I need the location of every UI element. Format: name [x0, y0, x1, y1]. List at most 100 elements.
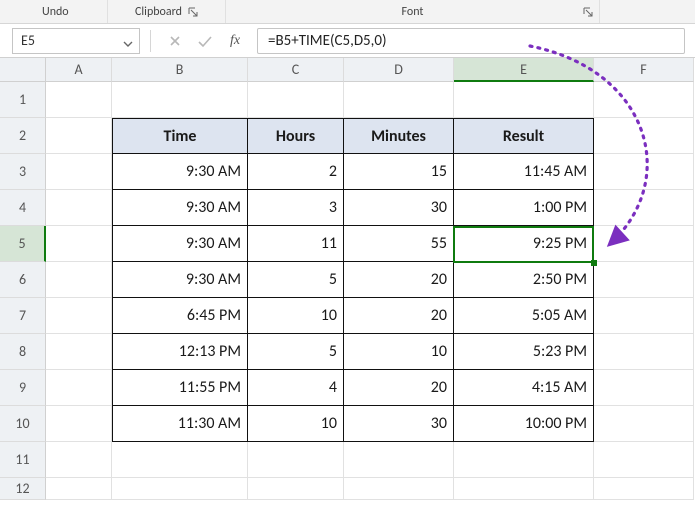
- cell[interactable]: 1:00 PM: [454, 190, 594, 226]
- row-header[interactable]: 11: [0, 442, 46, 478]
- cell[interactable]: [594, 406, 694, 442]
- cell[interactable]: 10: [344, 334, 454, 370]
- cell[interactable]: 4:15 AM: [454, 370, 594, 406]
- row-header[interactable]: 8: [0, 334, 46, 370]
- cancel-formula-button[interactable]: [161, 28, 189, 54]
- cell[interactable]: [594, 82, 694, 118]
- cell[interactable]: [594, 298, 694, 334]
- cell[interactable]: 11:45 AM: [454, 154, 594, 190]
- cell[interactable]: [594, 334, 694, 370]
- cell[interactable]: [46, 478, 112, 500]
- table-header[interactable]: Minutes: [344, 118, 454, 154]
- cell[interactable]: [112, 442, 248, 478]
- cell[interactable]: 20: [344, 370, 454, 406]
- col-header[interactable]: D: [344, 58, 454, 82]
- cell[interactable]: [594, 370, 694, 406]
- cell[interactable]: [46, 190, 112, 226]
- cell[interactable]: 11:55 PM: [112, 370, 248, 406]
- cell[interactable]: 9:30 AM: [112, 262, 248, 298]
- cell[interactable]: [594, 190, 694, 226]
- cell[interactable]: 55: [344, 226, 454, 262]
- row-header[interactable]: 2: [0, 118, 46, 154]
- cell[interactable]: [594, 154, 694, 190]
- cell[interactable]: [248, 442, 344, 478]
- cell[interactable]: 10: [248, 406, 344, 442]
- row-header[interactable]: 4: [0, 190, 46, 226]
- cell[interactable]: 30: [344, 406, 454, 442]
- cell[interactable]: [46, 226, 112, 262]
- row-header[interactable]: 6: [0, 262, 46, 298]
- insert-function-button[interactable]: fx: [221, 28, 249, 54]
- table-header[interactable]: Hours: [248, 118, 344, 154]
- cell[interactable]: 9:30 AM: [112, 226, 248, 262]
- cell[interactable]: [344, 442, 454, 478]
- cell[interactable]: 30: [344, 190, 454, 226]
- cell[interactable]: [454, 442, 594, 478]
- cell[interactable]: [46, 298, 112, 334]
- cell[interactable]: [248, 82, 344, 118]
- cell[interactable]: 10: [248, 298, 344, 334]
- row-header[interactable]: 10: [0, 406, 46, 442]
- cell[interactable]: [46, 370, 112, 406]
- cell[interactable]: [344, 478, 454, 500]
- cell[interactable]: [454, 82, 594, 118]
- worksheet[interactable]: 1 2 3 4 5 6 7 8 9 10 11 12 A B C D E F: [0, 58, 695, 526]
- cell[interactable]: [112, 82, 248, 118]
- table-header[interactable]: Time: [112, 118, 248, 154]
- col-header[interactable]: B: [112, 58, 248, 82]
- cell[interactable]: [454, 478, 594, 500]
- cell[interactable]: [46, 154, 112, 190]
- cell[interactable]: [594, 226, 694, 262]
- cell[interactable]: [46, 118, 112, 154]
- cell[interactable]: [46, 406, 112, 442]
- cell[interactable]: 15: [344, 154, 454, 190]
- cell[interactable]: 9:30 AM: [112, 190, 248, 226]
- cell[interactable]: [248, 478, 344, 500]
- row-header[interactable]: 9: [0, 370, 46, 406]
- name-box[interactable]: E5: [12, 28, 140, 54]
- col-header[interactable]: A: [46, 58, 112, 82]
- cell[interactable]: 5:05 AM: [454, 298, 594, 334]
- dialog-launcher-icon[interactable]: [188, 7, 198, 17]
- grid[interactable]: A B C D E F Time Hours Minutes Result: [46, 58, 695, 526]
- row-header[interactable]: 5: [0, 226, 46, 262]
- cell[interactable]: [594, 478, 694, 500]
- col-header[interactable]: E: [454, 58, 594, 82]
- row-header[interactable]: 7: [0, 298, 46, 334]
- cell[interactable]: 20: [344, 262, 454, 298]
- col-header[interactable]: C: [248, 58, 344, 82]
- dialog-launcher-icon[interactable]: [583, 7, 593, 17]
- cell[interactable]: 2: [248, 154, 344, 190]
- cell[interactable]: 9:30 AM: [112, 154, 248, 190]
- cell[interactable]: 9:25 PM: [454, 226, 594, 262]
- cell[interactable]: 4: [248, 370, 344, 406]
- formula-input[interactable]: =B5+TIME(C5,D5,0): [257, 28, 685, 54]
- cell[interactable]: [594, 262, 694, 298]
- row-header[interactable]: 3: [0, 154, 46, 190]
- col-header[interactable]: F: [594, 58, 694, 82]
- cell[interactable]: [112, 478, 248, 500]
- cell[interactable]: 5:23 PM: [454, 334, 594, 370]
- cell[interactable]: [594, 442, 694, 478]
- cell[interactable]: [46, 442, 112, 478]
- cell[interactable]: [344, 82, 454, 118]
- cell[interactable]: 20: [344, 298, 454, 334]
- cell[interactable]: 11: [248, 226, 344, 262]
- row-header[interactable]: 1: [0, 82, 46, 118]
- cell[interactable]: 5: [248, 262, 344, 298]
- cell[interactable]: 10:00 PM: [454, 406, 594, 442]
- cell[interactable]: 12:13 PM: [112, 334, 248, 370]
- cell[interactable]: 2:50 PM: [454, 262, 594, 298]
- cell[interactable]: 5: [248, 334, 344, 370]
- cell[interactable]: 11:30 AM: [112, 406, 248, 442]
- cell[interactable]: 3: [248, 190, 344, 226]
- cell[interactable]: [46, 82, 112, 118]
- cell[interactable]: 6:45 PM: [112, 298, 248, 334]
- cell[interactable]: [46, 334, 112, 370]
- select-all-corner[interactable]: [0, 58, 46, 82]
- enter-formula-button[interactable]: [191, 28, 219, 54]
- cell[interactable]: [46, 262, 112, 298]
- cell[interactable]: [594, 118, 694, 154]
- table-header[interactable]: Result: [454, 118, 594, 154]
- chevron-down-icon[interactable]: [123, 36, 133, 46]
